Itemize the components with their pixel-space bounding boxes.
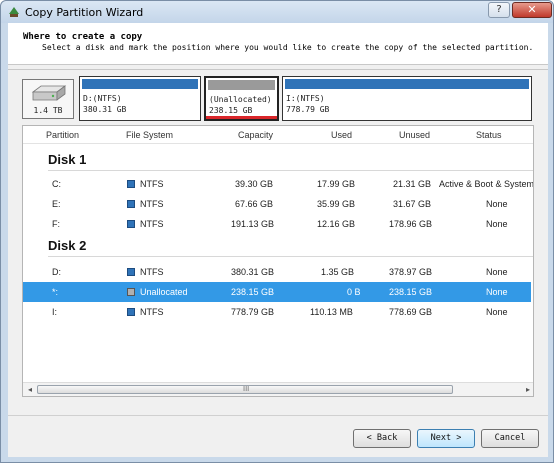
cell-status: None xyxy=(486,307,508,317)
table-row[interactable]: C: NTFS 39.30 GB 17.99 GB 21.31 GB Activ… xyxy=(23,174,534,194)
scroll-right-arrow-icon[interactable]: ▸ xyxy=(522,385,533,395)
partition-size: 380.31 GB xyxy=(83,105,127,114)
col-used[interactable]: Used xyxy=(331,130,352,140)
disk-2-card[interactable]: 1.4 TB xyxy=(22,79,74,119)
cell-partition: F: xyxy=(52,219,60,229)
copy-partition-wizard-window: Copy Partition Wizard ? ✕ Where to creat… xyxy=(0,0,554,463)
cell-used: 0 B xyxy=(347,287,361,297)
cell-file-system: Unallocated xyxy=(140,287,188,297)
ntfs-swatch-icon xyxy=(127,308,135,316)
cell-partition: E: xyxy=(52,199,61,209)
cell-unused: 238.15 GB xyxy=(389,287,433,297)
partition-name: I:(NTFS) xyxy=(286,94,325,103)
app-icon xyxy=(9,7,19,17)
cell-capacity: 238.15 GB xyxy=(231,287,275,297)
table-header: Partition File System Capacity Used Unus… xyxy=(23,126,533,144)
window-title: Copy Partition Wizard xyxy=(25,6,144,19)
cell-unused: 778.69 GB xyxy=(389,307,433,317)
partition-bar xyxy=(82,79,198,89)
ntfs-swatch-icon xyxy=(127,220,135,228)
table-row[interactable]: E: NTFS 67.66 GB 35.99 GB 31.67 GB None xyxy=(23,194,531,214)
scroll-grip-icon: III xyxy=(243,385,250,393)
partition-name: (Unallocated) xyxy=(209,95,272,104)
cell-status: None xyxy=(486,267,508,277)
wizard-header: Where to create a copy Select a disk and… xyxy=(8,23,548,65)
cell-file-system: NTFS xyxy=(140,307,164,317)
footer-divider xyxy=(8,415,548,416)
col-partition[interactable]: Partition xyxy=(46,130,79,140)
cell-partition: I: xyxy=(52,307,58,317)
copy-position-marker xyxy=(206,116,277,119)
partition-size: 238.15 GB xyxy=(209,106,253,115)
cell-capacity: 67.66 GB xyxy=(235,199,274,209)
cancel-button[interactable]: Cancel xyxy=(481,429,539,448)
disk-size-label: 1.4 TB xyxy=(33,106,63,115)
cell-partition: C: xyxy=(52,179,61,189)
disk-map: 1.4 TB D:(NTFS) 380.31 GB (Unallocated) … xyxy=(22,76,532,121)
disk-2-label: Disk 2 xyxy=(48,238,87,253)
step-subtitle: Select a disk and mark the position wher… xyxy=(42,43,534,52)
cell-partition: *: xyxy=(52,287,59,297)
disk-divider xyxy=(48,256,533,257)
cell-partition: D: xyxy=(52,267,61,277)
ntfs-swatch-icon xyxy=(127,200,135,208)
back-button[interactable]: < Back xyxy=(353,429,411,448)
partition-bar xyxy=(285,79,529,89)
scroll-left-arrow-icon[interactable]: ◂ xyxy=(24,385,36,395)
table-row[interactable]: I: NTFS 778.79 GB 110.13 MB 778.69 GB No… xyxy=(23,302,531,322)
cell-status: None xyxy=(486,199,508,209)
partition-size: 778.79 GB xyxy=(286,105,330,114)
cell-capacity: 778.79 GB xyxy=(231,307,275,317)
cell-used: 35.99 GB xyxy=(317,199,356,209)
cell-unused: 31.67 GB xyxy=(393,199,432,209)
cell-unused: 178.96 GB xyxy=(389,219,433,229)
cell-status: None xyxy=(486,287,508,297)
col-status[interactable]: Status xyxy=(476,130,502,140)
partition-table: Partition File System Capacity Used Unus… xyxy=(22,125,534,397)
col-file-system[interactable]: File System xyxy=(126,130,173,140)
disk-1-label: Disk 1 xyxy=(48,152,87,167)
divider xyxy=(8,69,548,70)
hard-disk-icon xyxy=(31,85,67,101)
disk-map-partition-i[interactable]: I:(NTFS) 778.79 GB xyxy=(282,76,532,121)
step-title: Where to create a copy xyxy=(23,32,143,42)
ntfs-swatch-icon xyxy=(127,268,135,276)
col-unused[interactable]: Unused xyxy=(399,130,430,140)
col-capacity[interactable]: Capacity xyxy=(238,130,273,140)
partition-name: D:(NTFS) xyxy=(83,94,122,103)
ntfs-swatch-icon xyxy=(127,180,135,188)
scroll-thumb[interactable]: III xyxy=(37,385,453,394)
cell-file-system: NTFS xyxy=(140,199,164,209)
cell-status: Active & Boot & System xyxy=(439,179,534,189)
cell-status: None xyxy=(486,219,508,229)
cell-used: 110.13 MB xyxy=(310,307,353,317)
cell-file-system: NTFS xyxy=(140,267,164,277)
disk-map-unallocated[interactable]: (Unallocated) 238.15 GB xyxy=(204,76,279,121)
table-row[interactable]: F: NTFS 191.13 GB 12.16 GB 178.96 GB Non… xyxy=(23,214,531,234)
wizard-content: Where to create a copy Select a disk and… xyxy=(8,23,548,457)
table-row[interactable]: D: NTFS 380.31 GB 1.35 GB 378.97 GB None xyxy=(23,262,531,282)
next-button[interactable]: Next > xyxy=(417,429,475,448)
cell-used: 1.35 GB xyxy=(321,267,355,277)
cell-file-system: NTFS xyxy=(140,219,164,229)
close-button[interactable]: ✕ xyxy=(512,2,552,18)
cell-capacity: 39.30 GB xyxy=(235,179,274,189)
cell-capacity: 191.13 GB xyxy=(231,219,275,229)
cell-unused: 21.31 GB xyxy=(393,179,432,189)
horizontal-scrollbar[interactable]: ◂ III ▸ xyxy=(23,382,533,396)
cell-file-system: NTFS xyxy=(140,179,164,189)
disk-map-partition-d[interactable]: D:(NTFS) 380.31 GB xyxy=(79,76,201,121)
disk-divider xyxy=(48,170,533,171)
cell-used: 12.16 GB xyxy=(317,219,356,229)
cell-unused: 378.97 GB xyxy=(389,267,433,277)
cell-used: 17.99 GB xyxy=(317,179,356,189)
partition-bar xyxy=(208,80,275,90)
unallocated-swatch-icon xyxy=(127,288,135,296)
title-bar[interactable]: Copy Partition Wizard ? ✕ xyxy=(1,1,553,23)
help-button[interactable]: ? xyxy=(488,2,510,18)
table-row-selected[interactable]: *: Unallocated 238.15 GB 0 B 238.15 GB N… xyxy=(23,282,531,302)
cell-capacity: 380.31 GB xyxy=(231,267,275,277)
